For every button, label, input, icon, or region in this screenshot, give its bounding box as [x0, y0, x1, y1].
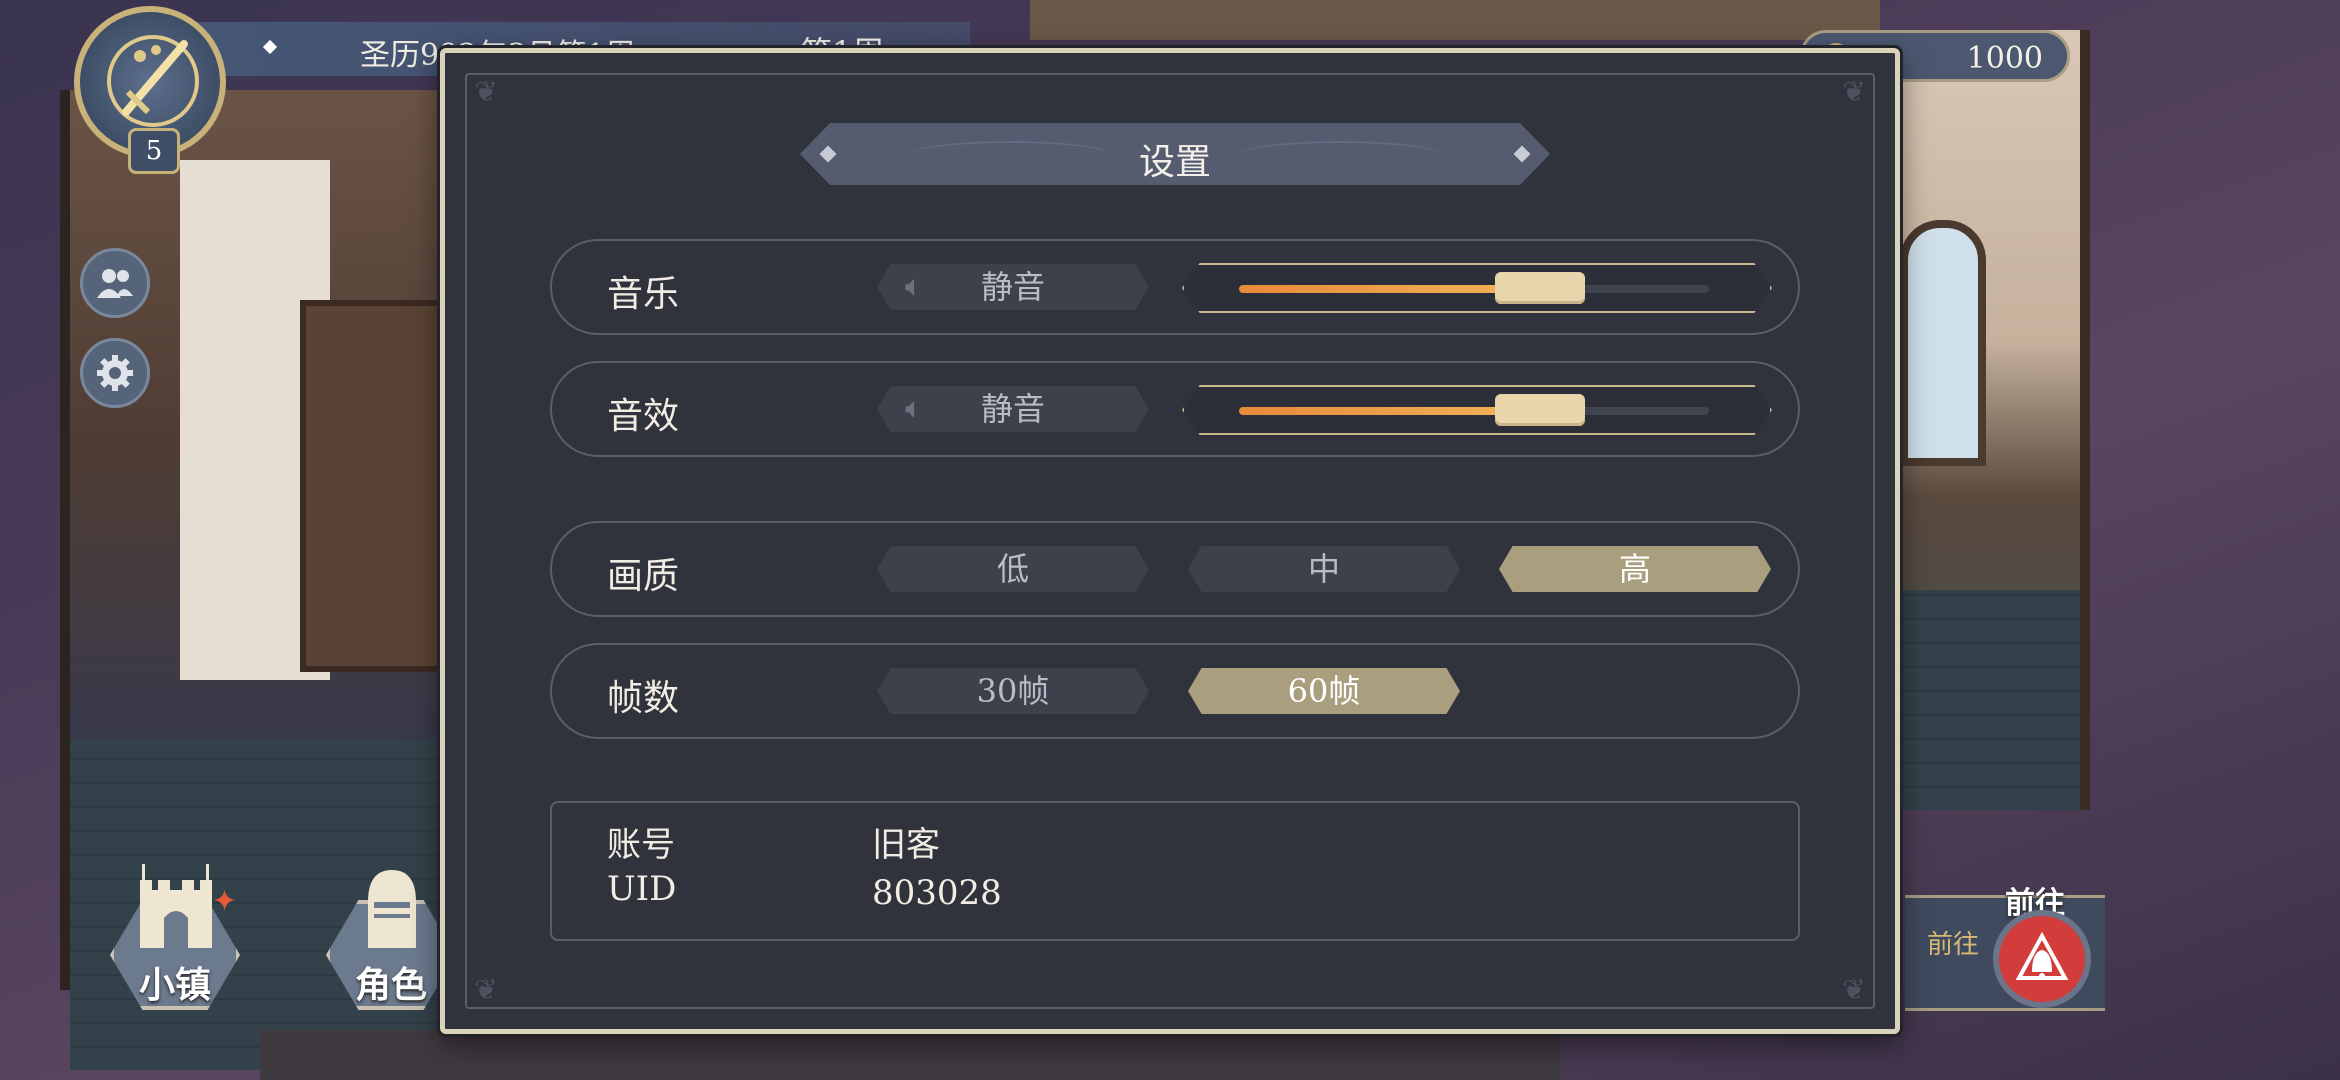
- currency-amount: 1000: [1966, 41, 2043, 76]
- corner-ornament-icon: ❦: [474, 973, 498, 1006]
- corner-ornament-icon: ❦: [474, 75, 498, 108]
- music-label: 音乐: [607, 274, 680, 315]
- corner-ornament-icon: ❦: [1842, 75, 1866, 108]
- music-mute-label: 静音: [980, 268, 1045, 306]
- quality-option-high[interactable]: 高: [1499, 546, 1771, 592]
- goto-panel[interactable]: 前往 前往: [1905, 886, 2105, 1011]
- nav-town-button[interactable]: ✦ 小镇: [100, 860, 250, 1010]
- account-info: 账号 旧客 UID 803028: [550, 801, 1800, 941]
- speaker-icon: 🔈︎: [905, 391, 923, 426]
- framerate-label: 帧数: [607, 678, 680, 719]
- account-label: 账号: [607, 825, 675, 865]
- uid-value: 803028: [872, 873, 1002, 913]
- nav-town-label: 小镇: [138, 964, 211, 1006]
- music-row: 音乐 🔈︎ 静音: [550, 239, 1800, 335]
- dialog-title-plate: 设置: [800, 123, 1550, 185]
- diamond-icon: [262, 39, 278, 55]
- quality-label: 画质: [607, 556, 680, 597]
- sfx-mute-button[interactable]: 🔈︎ 静音: [877, 386, 1149, 432]
- notification-badge-icon: ✦: [212, 884, 238, 919]
- knight-helmet-icon: [368, 870, 416, 948]
- building-bottom: [260, 1030, 1560, 1080]
- friends-icon: [97, 269, 133, 298]
- settings-button[interactable]: [80, 338, 150, 408]
- framerate-option-30[interactable]: 30帧: [877, 668, 1149, 714]
- framerate-row: 帧数 30帧 60帧: [550, 643, 1800, 739]
- quality-row: 画质 低 中 高: [550, 521, 1800, 617]
- stone-foundation: [1880, 590, 2080, 810]
- gear-icon: [97, 355, 133, 391]
- uid-label: UID: [607, 869, 677, 909]
- account-value: 旧客: [872, 825, 940, 865]
- arched-window: [1900, 220, 1986, 466]
- castle-icon: [140, 864, 212, 948]
- player-level: 5: [128, 128, 180, 174]
- goto-small-label: 前往: [1927, 930, 1980, 960]
- bell-icon: [2015, 932, 2069, 980]
- building-left: [60, 90, 472, 1070]
- goto-button[interactable]: [1993, 910, 2091, 1008]
- music-mute-button[interactable]: 🔈︎ 静音: [877, 264, 1149, 310]
- building-right: [1880, 30, 2090, 810]
- sfx-row: 音效 🔈︎ 静音: [550, 361, 1800, 457]
- sfx-mute-label: 静音: [980, 390, 1045, 428]
- slider-handle[interactable]: [1494, 394, 1585, 426]
- music-volume-slider[interactable]: [1182, 263, 1772, 313]
- sfx-label: 音效: [607, 396, 680, 437]
- sword-emblem-icon: [107, 35, 199, 127]
- settings-dialog: ❦ ❦ ❦ ❦ 设置 音乐 🔈︎ 静音 音效 🔈︎ 静音 画质 低 中 高 帧数…: [440, 48, 1900, 1034]
- framerate-option-60[interactable]: 60帧: [1188, 668, 1460, 714]
- friends-button[interactable]: [80, 248, 150, 318]
- speaker-icon: 🔈︎: [905, 269, 923, 304]
- quality-option-medium[interactable]: 中: [1188, 546, 1460, 592]
- dialog-title: 设置: [1138, 142, 1211, 183]
- building-roof: [1030, 0, 1880, 40]
- quality-option-low[interactable]: 低: [877, 546, 1149, 592]
- slider-handle[interactable]: [1494, 272, 1585, 304]
- corner-ornament-icon: ❦: [1842, 973, 1866, 1006]
- sfx-volume-slider[interactable]: [1182, 385, 1772, 435]
